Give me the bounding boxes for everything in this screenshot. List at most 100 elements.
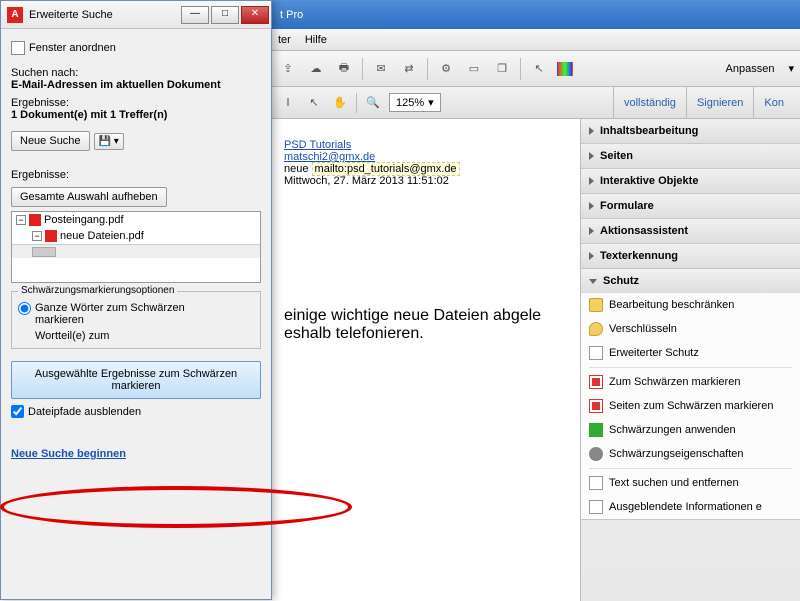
main-app-window: t Pro ter Hilfe ⇪ ☁ 🖶 ✉ ⇄ ⚙ ▭ ❐ ↖ Anpass…: [272, 0, 800, 600]
date-text: Mittwoch, 27. März 2013 11:51:02: [284, 175, 568, 187]
right-tabs: vollständig Signieren Kon: [613, 87, 794, 118]
collapse-icon[interactable]: −: [16, 215, 26, 225]
menu-help[interactable]: Hilfe: [305, 34, 327, 46]
tab-comment[interactable]: Kon: [753, 87, 794, 118]
results-label: Ergebnisse:: [11, 97, 261, 109]
hand-icon[interactable]: ✋: [330, 93, 350, 113]
panel-forms[interactable]: Formulare: [581, 194, 800, 218]
item-apply[interactable]: Schwärzungen anwenden: [581, 418, 800, 442]
page-icon[interactable]: ▭: [464, 59, 484, 79]
shield-icon: [589, 298, 603, 312]
chevron-right-icon: [589, 202, 594, 210]
horizontal-scrollbar[interactable]: [12, 244, 260, 258]
panel-security[interactable]: Schutz: [581, 269, 800, 293]
panel-text-recog[interactable]: Texterkennung: [581, 244, 800, 268]
mailto-highlight[interactable]: mailto:psd_tutorials@gmx.de: [312, 162, 460, 176]
zoom-icon[interactable]: 🔍: [363, 93, 383, 113]
pointer-icon[interactable]: ↖: [304, 93, 324, 113]
separator: [589, 367, 792, 368]
body-text: einige wichtige neue Dateien abgele: [284, 307, 568, 325]
radio-whole-words[interactable]: Ganze Wörter zum Schwärzen markieren: [18, 302, 254, 326]
zoom-combo[interactable]: 125% ▾: [389, 93, 441, 112]
tab-sign[interactable]: Signieren: [686, 87, 753, 118]
color-icon[interactable]: [557, 62, 573, 76]
checkbox-input[interactable]: [11, 405, 24, 418]
hidden-icon: [589, 500, 603, 514]
radio-word-parts[interactable]: Wortteil(e) zum: [18, 330, 254, 342]
radio-input[interactable]: [18, 302, 31, 315]
chevron-right-icon: [589, 177, 594, 185]
separator: [589, 468, 792, 469]
redaction-options-group: Schwärzungsmarkierungsoptionen Ganze Wör…: [11, 291, 261, 349]
results-tree[interactable]: − Posteingang.pdf − neue Dateien.pdf: [11, 211, 261, 283]
close-button[interactable]: ✕: [241, 6, 269, 24]
apply-icon: [589, 423, 603, 437]
prefix-text: neue: [284, 163, 308, 175]
menu-item[interactable]: ter: [278, 34, 291, 46]
copy-icon[interactable]: ❐: [492, 59, 512, 79]
search-for-value: E-Mail-Adressen im aktuellen Dokument: [11, 79, 261, 91]
cursor-icon[interactable]: ↖: [529, 59, 549, 79]
document-icon: [589, 346, 603, 360]
adobe-icon: A: [7, 7, 23, 23]
toolbar-secondary: Ⅰ ↖ ✋ 🔍 125% ▾ vollständig Signieren Kon: [272, 87, 800, 119]
minimize-button[interactable]: —: [181, 6, 209, 24]
windows-icon: [11, 41, 25, 55]
zoom-value: 125%: [396, 97, 424, 109]
maximize-button[interactable]: □: [211, 6, 239, 24]
print-icon[interactable]: 🖶: [334, 59, 354, 79]
app-title: t Pro: [280, 9, 303, 21]
panel-content-edit[interactable]: Inhaltsbearbeitung: [581, 119, 800, 143]
item-advanced[interactable]: Erweiterter Schutz: [581, 341, 800, 365]
chevron-down-icon: ▾: [428, 96, 434, 109]
chevron-right-icon: [589, 127, 594, 135]
security-items: Bearbeitung beschränken Verschlüsseln Er…: [581, 293, 800, 519]
chevron-down-icon: [589, 279, 597, 284]
save-button[interactable]: 💾 ▾: [94, 133, 124, 150]
search-for-label: Suchen nach:: [11, 67, 261, 79]
share-icon[interactable]: ⇄: [399, 59, 419, 79]
item-props[interactable]: Schwärzungseigenschaften: [581, 442, 800, 466]
arrange-windows[interactable]: Fenster anordnen: [11, 41, 261, 55]
chevron-right-icon: [589, 252, 594, 260]
text-select-icon[interactable]: Ⅰ: [278, 93, 298, 113]
item-encrypt[interactable]: Verschlüsseln: [581, 317, 800, 341]
tree-file-2[interactable]: − neue Dateien.pdf: [12, 228, 260, 244]
cloud-icon[interactable]: ☁: [306, 59, 326, 79]
results-value: 1 Dokument(e) mit 1 Treffer(n): [11, 109, 261, 121]
chevron-down-icon[interactable]: ▾: [788, 62, 794, 75]
new-search-button[interactable]: Neue Suche: [11, 131, 90, 151]
mail-icon[interactable]: ✉: [371, 59, 391, 79]
panel-pages[interactable]: Seiten: [581, 144, 800, 168]
search-icon: [589, 476, 603, 490]
item-remove-hidden[interactable]: Ausgeblendete Informationen e: [581, 495, 800, 519]
panel-interactive[interactable]: Interaktive Objekte: [581, 169, 800, 193]
tree-file-1[interactable]: − Posteingang.pdf: [12, 212, 260, 228]
tools-panel: Inhaltsbearbeitung Seiten Interaktive Ob…: [580, 119, 800, 601]
customize-button[interactable]: Anpassen: [726, 63, 781, 75]
item-mark-redact[interactable]: Zum Schwärzen markieren: [581, 370, 800, 394]
redact-pages-icon: [589, 399, 603, 413]
export-icon[interactable]: ⇪: [278, 59, 298, 79]
separator: [520, 58, 521, 80]
sender-link[interactable]: PSD Tutorials: [284, 139, 351, 151]
gear-icon[interactable]: ⚙: [436, 59, 456, 79]
hide-paths-checkbox[interactable]: Dateipfade ausblenden: [11, 405, 261, 418]
chevron-right-icon: [589, 152, 594, 160]
item-restrict[interactable]: Bearbeitung beschränken: [581, 293, 800, 317]
panel-action-wizard[interactable]: Aktionsassistent: [581, 219, 800, 243]
tab-full[interactable]: vollständig: [613, 87, 686, 118]
item-search-remove[interactable]: Text suchen und entfernen: [581, 471, 800, 495]
dialog-titlebar: A Erweiterte Suche — □ ✕: [1, 1, 271, 29]
pdf-icon: [45, 230, 57, 242]
deselect-all-button[interactable]: Gesamte Auswahl aufheben: [11, 187, 167, 207]
advanced-search-dialog: A Erweiterte Suche — □ ✕ Fenster anordne…: [0, 0, 272, 600]
start-new-search-link[interactable]: Neue Suche beginnen: [11, 448, 261, 460]
redact-icon: [589, 375, 603, 389]
collapse-icon[interactable]: −: [32, 231, 42, 241]
mark-for-redaction-button[interactable]: Ausgewählte Ergebnisse zum Schwärzen mar…: [11, 361, 261, 399]
pdf-icon: [29, 214, 41, 226]
menubar: ter Hilfe: [272, 29, 800, 51]
body-text: eshalb telefonieren.: [284, 325, 568, 343]
item-mark-pages[interactable]: Seiten zum Schwärzen markieren: [581, 394, 800, 418]
